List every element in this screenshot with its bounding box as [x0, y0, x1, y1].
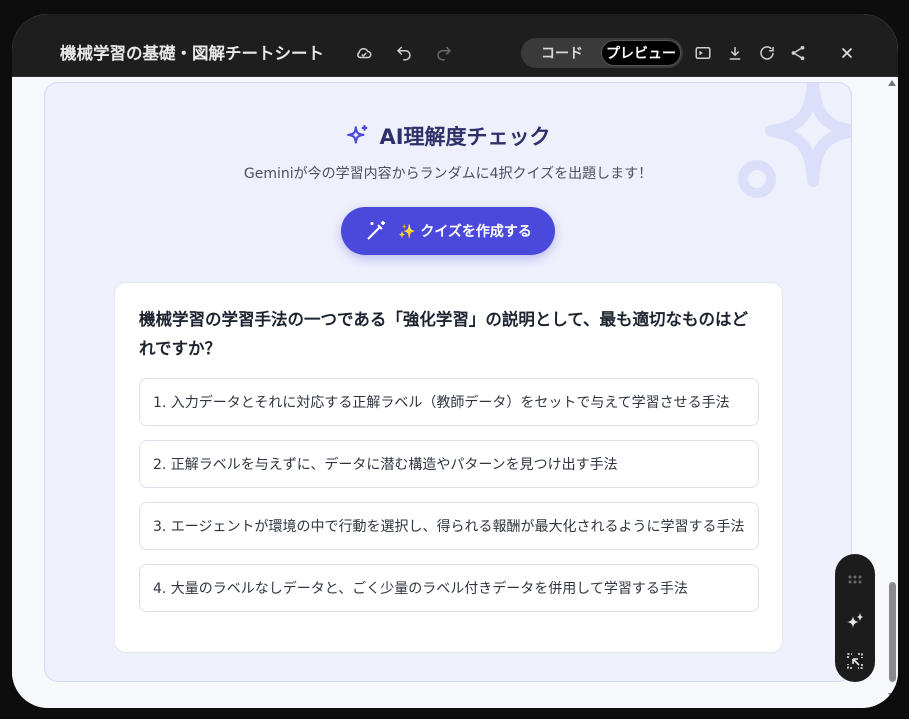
redo-icon[interactable] [434, 43, 454, 63]
answer-option-2[interactable]: 2. 正解ラベルを与えずに、データに潜む構造やパターンを見つけ出す手法 [139, 440, 759, 488]
undo-icon[interactable] [394, 43, 414, 63]
preview-tab[interactable]: プレビュー [601, 40, 681, 66]
drag-handle-icon[interactable] [846, 570, 864, 588]
select-icon[interactable] [846, 652, 864, 670]
scroll-up-icon[interactable] [887, 79, 897, 87]
create-quiz-button[interactable]: ✨ クイズを作成する [341, 207, 555, 255]
scrollbar[interactable] [886, 77, 898, 708]
scroll-down-icon[interactable] [887, 692, 897, 700]
card-title: AI理解度チェック [45, 121, 851, 151]
app-window: 機械学習の基礎・図解チートシート コード プレビュー AI理解度チェック Gem… [12, 14, 898, 708]
quiz-card: AI理解度チェック Geminiが今の学習内容からランダムに4択クイズを出題しま… [44, 82, 852, 682]
magic-wand-icon [367, 221, 386, 240]
answer-option-4[interactable]: 4. 大量のラベルなしデータと、ごく少量のラベル付きデータを併用して学習する手法 [139, 564, 759, 612]
refresh-icon[interactable] [757, 43, 777, 63]
scrollbar-thumb[interactable] [889, 582, 896, 682]
card-title-text: AI理解度チェック [379, 125, 551, 149]
question-text: 機械学習の学習手法の一つである「強化学習」の説明として、最も適切なものはどれです… [139, 310, 749, 358]
preview-area: AI理解度チェック Geminiが今の学習内容からランダムに4択クイズを出題しま… [12, 77, 898, 708]
sparkle-icon [347, 125, 368, 144]
terminal-icon[interactable] [693, 43, 713, 63]
sparkle-edit-icon[interactable] [846, 612, 864, 630]
code-tab[interactable]: コード [523, 40, 601, 66]
question-card: 機械学習の学習手法の一つである「強化学習」の説明として、最も適切なものはどれです… [114, 282, 783, 653]
answer-option-1[interactable]: 1. 入力データとそれに対応する正解ラベル（教師データ）をセットで与えて学習させ… [139, 378, 759, 426]
card-subtitle: Geminiが今の学習内容からランダムに4択クイズを出題します！ [243, 166, 653, 182]
view-toggle: コード プレビュー [521, 38, 683, 68]
create-quiz-label: ✨ クイズを作成する [398, 224, 532, 240]
cloud-icon[interactable] [354, 43, 374, 63]
floating-toolbar [835, 554, 875, 682]
close-icon[interactable] [837, 43, 857, 63]
window-title: 機械学習の基礎・図解チートシート [60, 44, 324, 63]
download-icon[interactable] [725, 43, 745, 63]
share-icon[interactable] [788, 43, 808, 63]
title-bar: 機械学習の基礎・図解チートシート コード プレビュー [12, 14, 898, 77]
answer-option-3[interactable]: 3. エージェントが環境の中で行動を選択し、得られる報酬が最大化されるように学習… [139, 502, 759, 550]
